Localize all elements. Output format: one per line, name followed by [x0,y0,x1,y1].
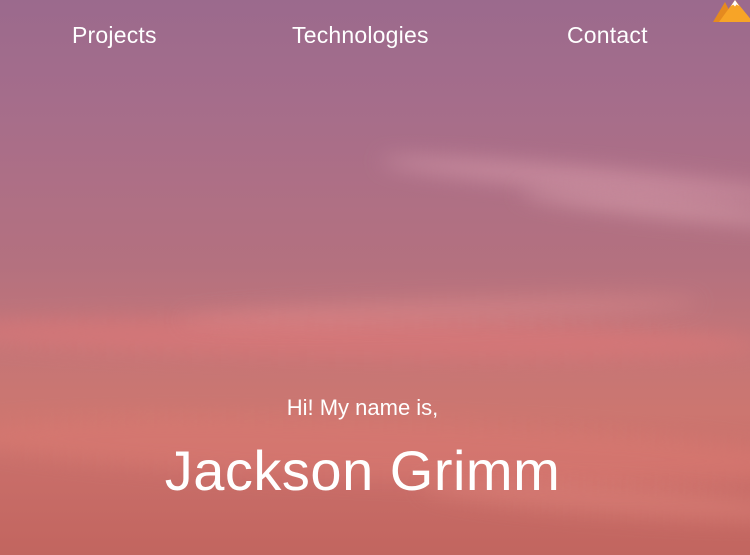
mountain-icon[interactable] [713,0,750,24]
hero-greeting: Hi! My name is, [286,395,439,420]
cloud-streak [0,310,750,366]
cloud-streak [519,183,750,231]
nav-link-technologies[interactable]: Technologies [292,18,429,52]
main-nav: Projects Technologies Contact [0,18,750,54]
nav-link-contact[interactable]: Contact [567,18,648,52]
cloud-streak [179,290,701,332]
hero-name: Jackson Grimm [164,439,561,502]
nav-link-projects[interactable]: Projects [72,18,157,52]
cloud-streak [379,149,750,209]
